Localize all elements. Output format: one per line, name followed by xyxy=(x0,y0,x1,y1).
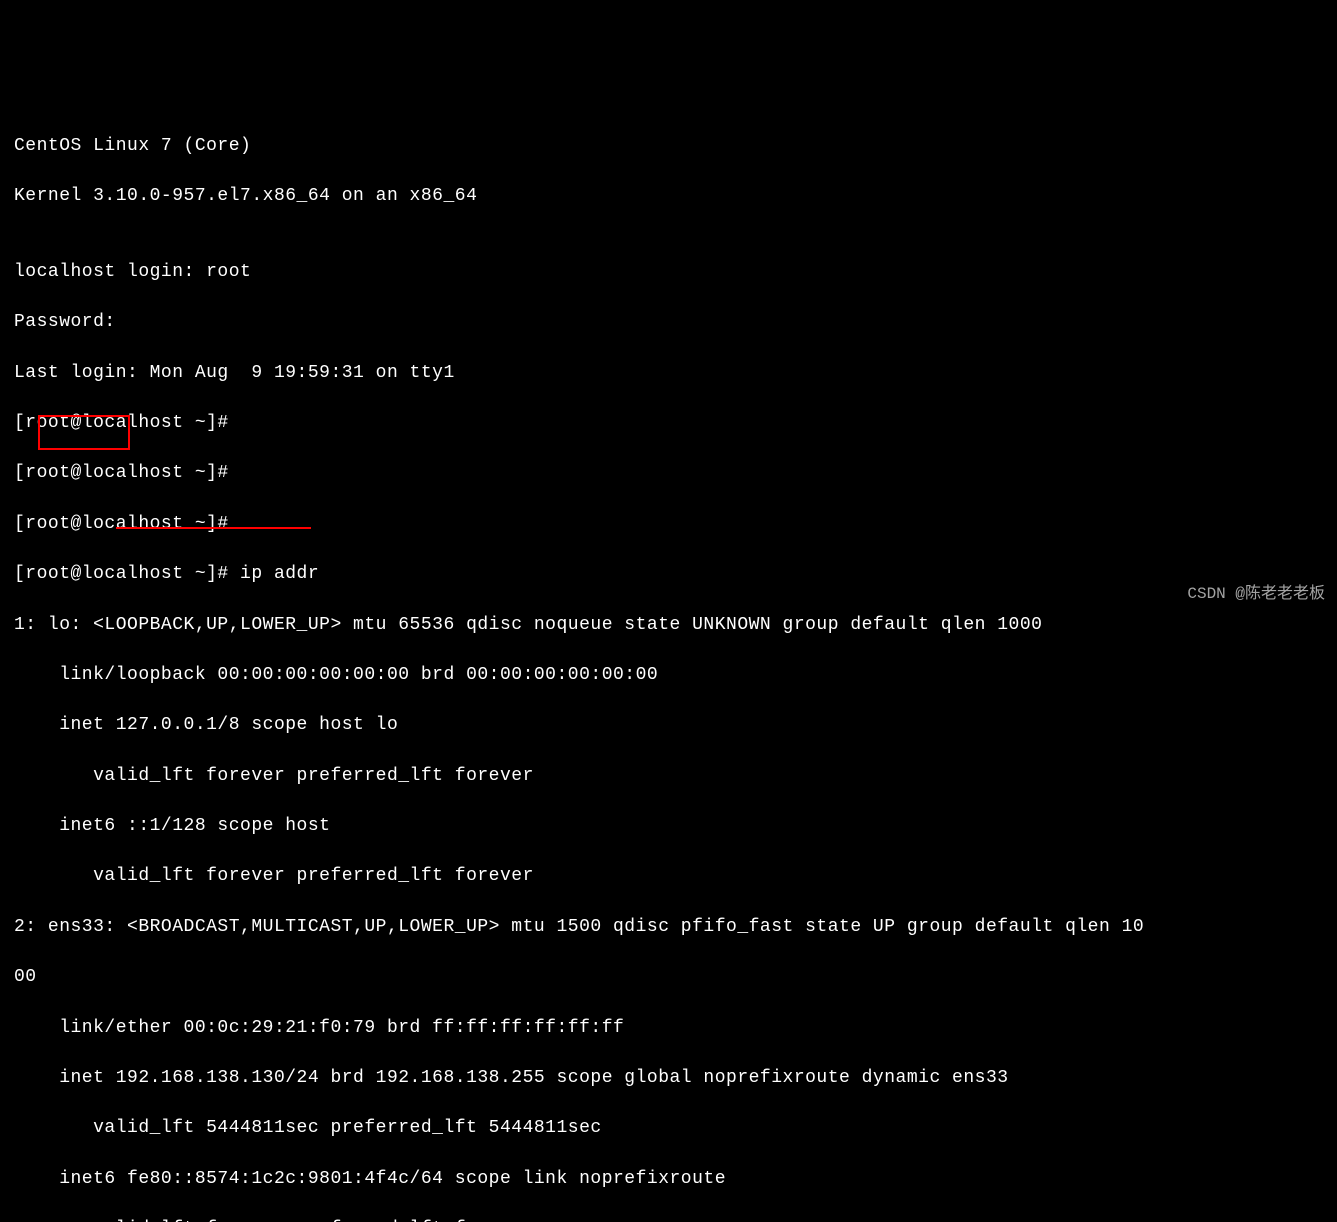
terminal-screen[interactable]: CentOS Linux 7 (Core) Kernel 3.10.0-957.… xyxy=(14,109,1323,1222)
ipaddr-lo-inet6-valid: valid_lft forever preferred_lft forever xyxy=(14,864,1323,889)
password-prompt: Password: xyxy=(14,310,1323,335)
ipaddr-lo-link: link/loopback 00:00:00:00:00:00 brd 00:0… xyxy=(14,663,1323,688)
ipaddr-lo-inet: inet 127.0.0.1/8 scope host lo xyxy=(14,713,1323,738)
ipaddr-ens33-inet-valid: valid_lft 5444811sec preferred_lft 54448… xyxy=(14,1116,1323,1141)
shell-prompt: [root@localhost ~]# xyxy=(14,512,1323,537)
shell-prompt: [root@localhost ~]# xyxy=(14,461,1323,486)
shell-prompt: [root@localhost ~]# xyxy=(14,411,1323,436)
os-banner-line2: Kernel 3.10.0-957.el7.x86_64 on an x86_6… xyxy=(14,184,1323,209)
ipaddr-lo-inet-valid: valid_lft forever preferred_lft forever xyxy=(14,764,1323,789)
shell-prompt-with-command: [root@localhost ~]# ip addr xyxy=(14,562,1323,587)
ipaddr-ens33-header: 2: ens33: <BROADCAST,MULTICAST,UP,LOWER_… xyxy=(14,915,1323,940)
last-login: Last login: Mon Aug 9 19:59:31 on tty1 xyxy=(14,361,1323,386)
ipaddr-ens33-inet: inet 192.168.138.130/24 brd 192.168.138.… xyxy=(14,1066,1323,1091)
ipaddr-ens33-inet6-valid: valid_lft forever preferred_lft forever xyxy=(14,1217,1323,1222)
login-prompt: localhost login: root xyxy=(14,260,1323,285)
ipaddr-ens33-inet6: inet6 fe80::8574:1c2c:9801:4f4c/64 scope… xyxy=(14,1167,1323,1192)
os-banner-line1: CentOS Linux 7 (Core) xyxy=(14,134,1323,159)
ipaddr-ens33-link: link/ether 00:0c:29:21:f0:79 brd ff:ff:f… xyxy=(14,1016,1323,1041)
csdn-watermark: CSDN @陈老老老板 xyxy=(1187,583,1325,605)
ipaddr-ens33-header-cont: 00 xyxy=(14,965,1323,990)
ipaddr-lo-header: 1: lo: <LOOPBACK,UP,LOWER_UP> mtu 65536 … xyxy=(14,613,1323,638)
ipaddr-lo-inet6: inet6 ::1/128 scope host xyxy=(14,814,1323,839)
